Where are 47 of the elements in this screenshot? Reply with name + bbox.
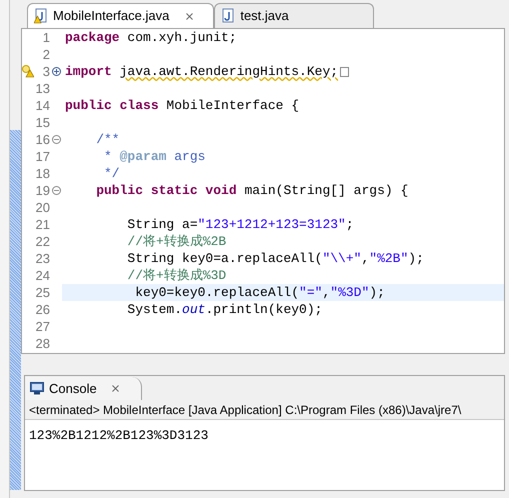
expand-icon[interactable] — [52, 67, 61, 76]
line-number: 13 — [34, 80, 50, 98]
code-line: public class MobileInterface { — [65, 97, 300, 114]
code-line: //将+转换成%2B — [126, 233, 226, 250]
code-line: */ — [103, 165, 120, 182]
line-number: 2 — [42, 46, 50, 64]
editor-tab[interactable]: MobileInterface.java — [27, 3, 214, 28]
console-output: 123%2B1212%2B123%3D3123 — [29, 428, 208, 443]
line-number: 28 — [34, 334, 50, 353]
console-tab[interactable]: Console — [25, 377, 142, 400]
code-line: System.out.println(key0); — [126, 301, 322, 318]
line-number: 18 — [34, 164, 50, 183]
close-icon[interactable] — [184, 10, 196, 22]
line-number: 23 — [34, 250, 50, 268]
java-file-icon — [221, 8, 236, 24]
code-line: String a="123+1212+123=3123"; — [126, 216, 354, 233]
line-number: 17 — [34, 148, 50, 166]
line-number: 3 — [42, 62, 50, 81]
line-number: 22 — [34, 232, 50, 251]
code-line: package com.xyh.junit; — [65, 29, 237, 46]
line-number: 20 — [34, 198, 50, 217]
folded-code-marker-icon[interactable] — [340, 66, 350, 76]
warning-lightbulb-icon[interactable] — [22, 65, 34, 78]
line-number: 19 — [34, 182, 50, 200]
line-number: 24 — [34, 266, 50, 285]
code-line: import java.awt.RenderingHints.Key; — [65, 63, 338, 80]
line-number: 14 — [34, 96, 50, 115]
collapse-icon[interactable] — [52, 135, 61, 144]
code-line: key0=key0.replaceAll("=","%3D"); — [134, 284, 385, 301]
console-status: <terminated> MobileInterface [Java Application] C:\Program Files (x86)\Java\jre7\ — [29, 402, 462, 418]
monitor-icon — [30, 382, 44, 395]
line-number: 1 — [42, 29, 50, 47]
code-line: /** — [95, 131, 120, 148]
line-number: 26 — [34, 300, 50, 319]
code-line: //将+转换成%3D — [126, 267, 226, 284]
code-line: public static void main(String[] args) { — [95, 182, 408, 199]
line-number: 25 — [34, 284, 50, 302]
code-line: * @param args — [103, 148, 206, 165]
line-number: 16 — [34, 130, 50, 149]
close-icon[interactable] — [110, 383, 121, 394]
line-number: 21 — [34, 216, 50, 234]
line-number: 15 — [34, 114, 50, 132]
code-line: String key0=a.replaceAll("\\+","%2B"); — [126, 250, 424, 267]
collapse-icon[interactable] — [52, 186, 61, 195]
code-editor[interactable] — [21, 28, 505, 354]
line-number: 27 — [34, 318, 50, 336]
editor-tab[interactable]: test.java — [214, 3, 374, 28]
